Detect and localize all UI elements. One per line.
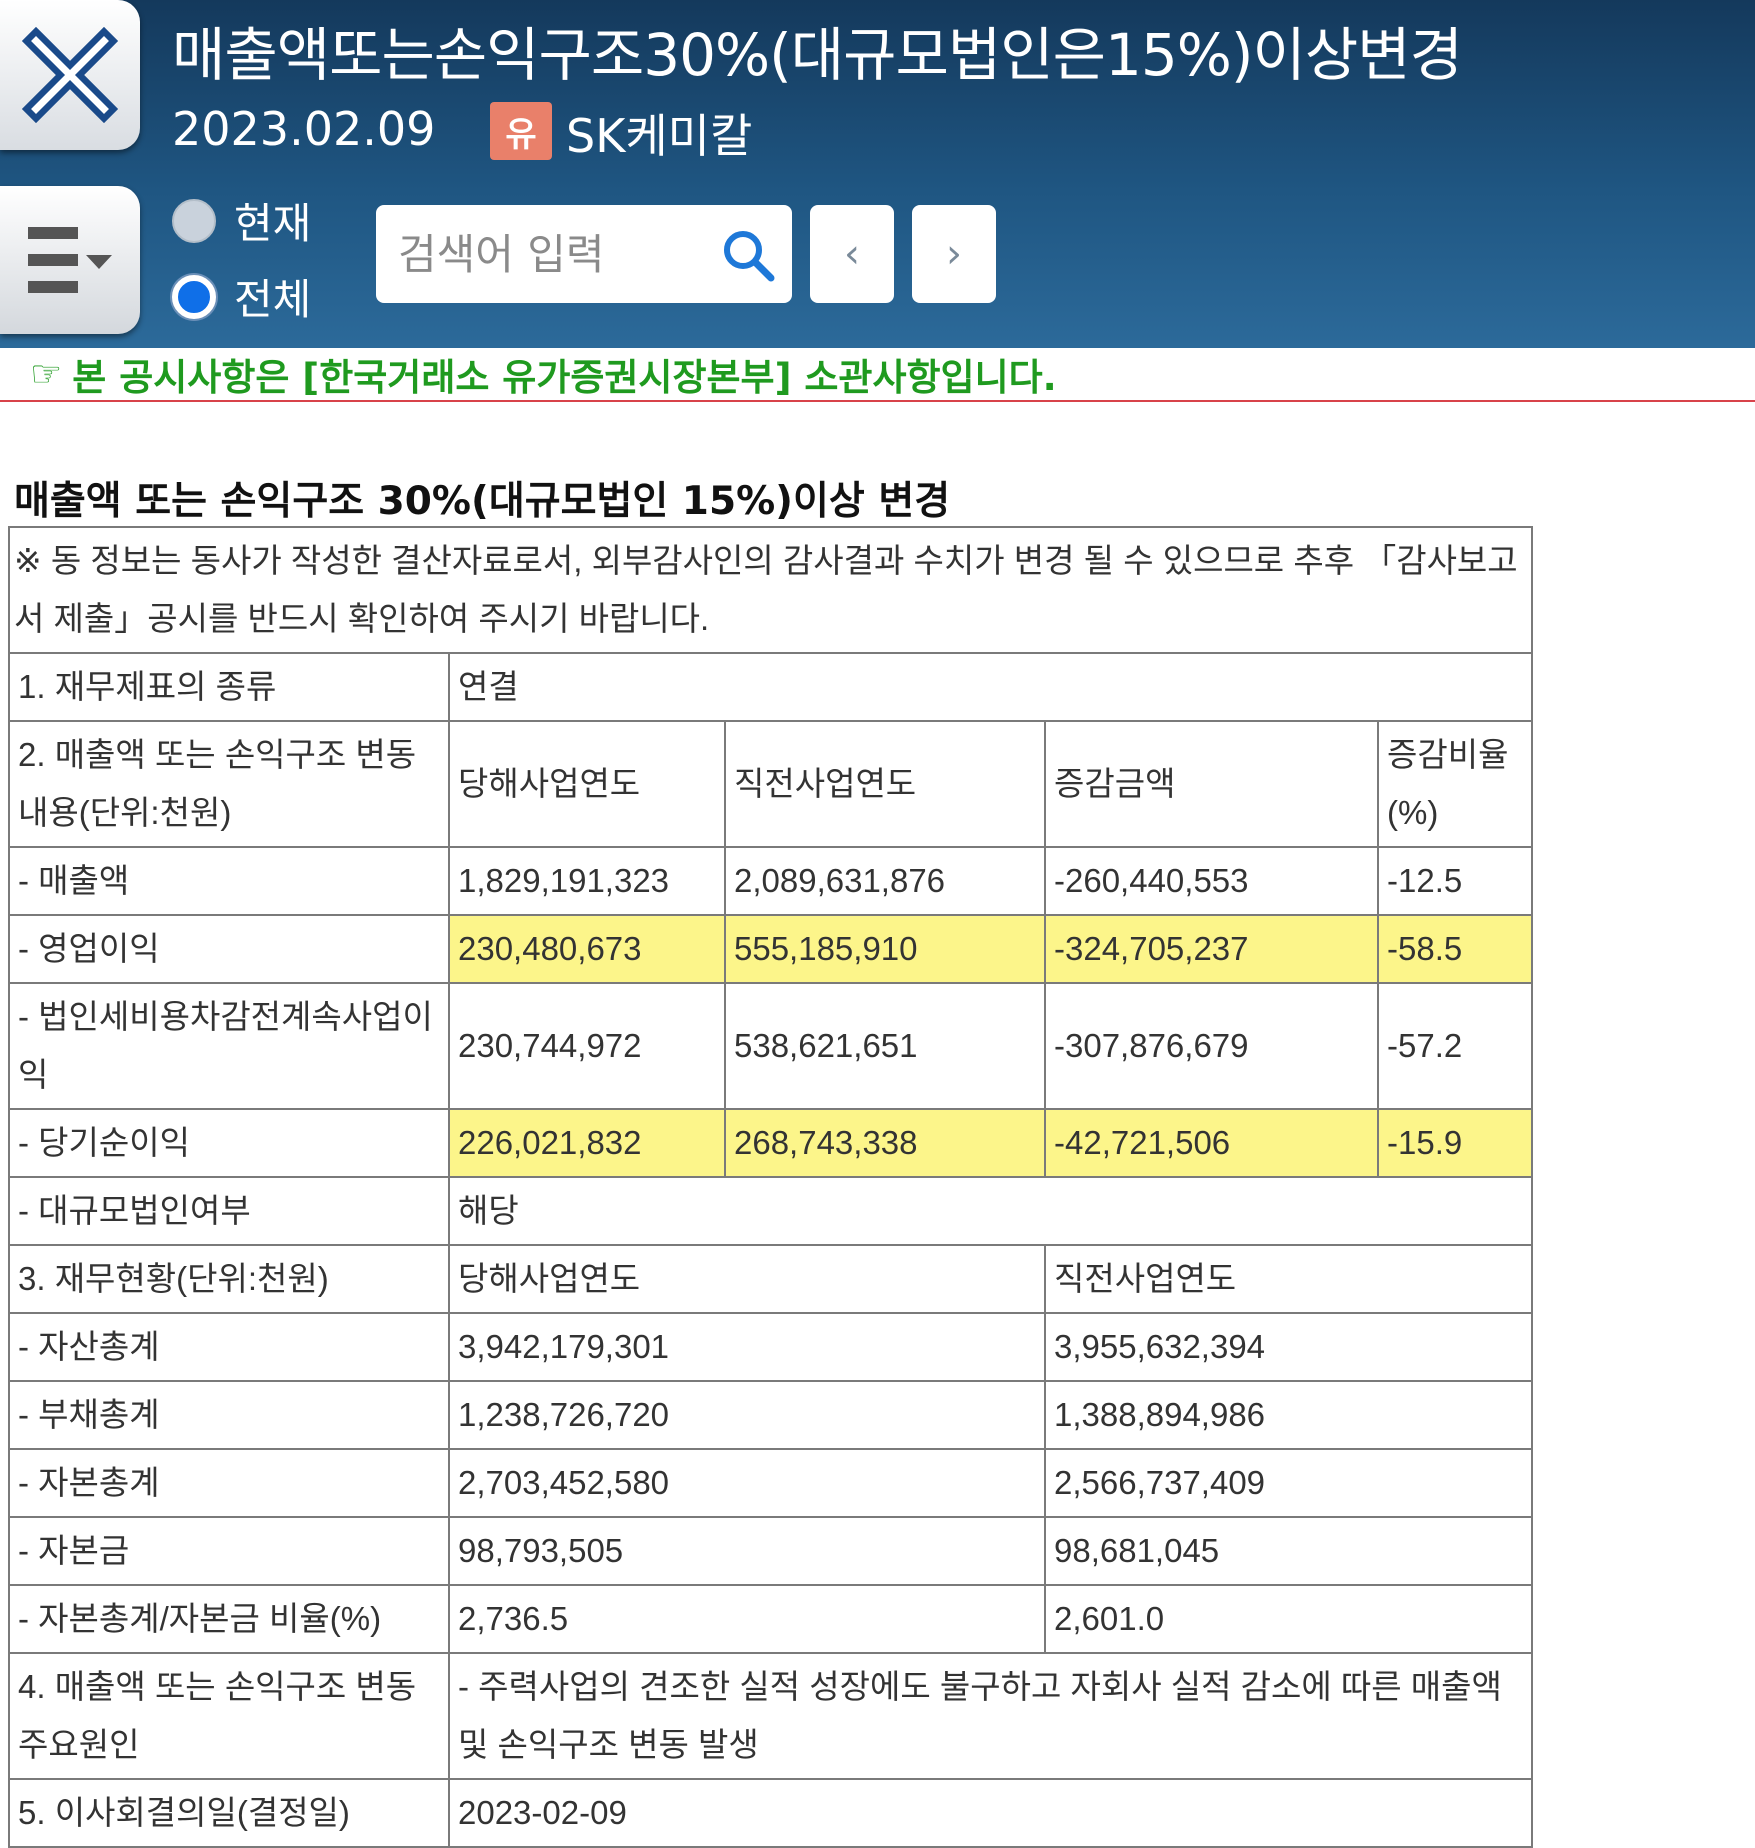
row-label: - 영업이익 [8,914,450,984]
table-row-capital-stock: - 자본금 98,793,505 98,681,045 [8,1516,1534,1586]
current-value: 98,793,505 [448,1516,1046,1586]
previous-value: 538,621,651 [724,982,1046,1110]
table-row-revenue: - 매출액 1,829,191,323 2,089,631,876 -260,4… [8,846,1534,916]
table-row-board-date: 5. 이사회결의일(결정일) 2023-02-09 [8,1778,1534,1848]
row-label: - 대규모법인여부 [8,1176,450,1246]
previous-value: 98,681,045 [1043,1516,1534,1586]
table-row-main-cause: 4. 매출액 또는 손익구조 변동 주요원인 - 주력사업의 견조한 실적 성장… [8,1652,1534,1780]
current-value: 2,736.5 [448,1584,1046,1654]
table-row-total-assets: - 자산총계 3,942,179,301 3,955,632,394 [8,1312,1534,1382]
row-label: - 자본총계/자본금 비율(%) [8,1584,450,1654]
menu-button[interactable] [0,186,140,334]
change-ratio: -15.9 [1376,1108,1534,1178]
change-amount: -42,721,506 [1044,1108,1379,1178]
next-button[interactable]: › [912,205,996,303]
header-bar: 매출액또는손익구조30%(대규모법인은15%)이상변경 2023.02.09 유… [0,0,1755,348]
row-label: 4. 매출액 또는 손익구조 변동 주요원인 [8,1652,450,1780]
col-header-previous-year: 직전사업연도 [724,720,1046,848]
search-box [376,205,792,303]
market-badge: 유 [490,102,552,160]
change-amount: -260,440,553 [1044,846,1379,916]
row-label: 5. 이사회결의일(결정일) [8,1778,450,1848]
main-cause-value: - 주력사업의 견조한 실적 성장에도 불구하고 자회사 실적 감소에 따른 매… [447,1652,1534,1780]
row-label: - 당기순이익 [8,1108,450,1178]
current-value: 1,238,726,720 [448,1380,1046,1450]
change-amount: -307,876,679 [1044,982,1379,1110]
radio-all-option[interactable]: 전체 [172,266,311,327]
current-value: 226,021,832 [448,1108,726,1178]
disclosure-table: ※ 동 정보는 동사가 작성한 결산자료로서, 외부감사인의 감사결과 수치가 … [7,526,1534,1848]
audit-note: ※ 동 정보는 동사가 작성한 결산자료로서, 외부감사인의 감사결과 수치가 … [7,526,1534,654]
large-corp-value: 해당 [447,1176,1534,1246]
statement-type-label: 1. 재무제표의 종류 [8,652,450,722]
previous-value: 2,566,737,409 [1043,1448,1534,1518]
search-input[interactable] [396,228,700,280]
radio-all-label: 전체 [234,275,312,324]
radio-current[interactable] [172,198,216,243]
close-button[interactable] [0,0,140,150]
col-header-change-ratio: 증감비율(%) [1376,720,1534,848]
current-value: 2,703,452,580 [448,1448,1046,1518]
previous-value: 3,955,632,394 [1043,1312,1534,1382]
current-value: 3,942,179,301 [448,1312,1046,1382]
change-section-label: 2. 매출액 또는 손익구조 변동내용(단위:천원) [8,720,450,848]
previous-value: 2,089,631,876 [724,846,1046,916]
table-row-financial-header: 3. 재무현황(단위:천원) 당해사업연도 직전사업연도 [8,1244,1534,1314]
previous-value: 2,601.0 [1043,1584,1534,1654]
col-header-change-amount: 증감금액 [1044,720,1379,848]
prev-button[interactable]: ‹ [810,205,894,303]
menu-icon [28,227,112,293]
radio-current-label: 현재 [234,199,312,248]
row-label: - 매출액 [8,846,450,916]
statement-type-value: 연결 [447,652,1534,722]
chevron-right-icon: › [946,231,962,277]
row-label: - 자산총계 [8,1312,450,1382]
change-amount: -324,705,237 [1044,914,1379,984]
current-value: 230,480,673 [448,914,726,984]
radio-all[interactable] [172,274,216,319]
current-value: 1,829,191,323 [448,846,726,916]
disclosure-date: 2023.02.09 [172,102,436,156]
table-row-pretax-income: - 법인세비용차감전계속사업이익 230,744,972 538,621,651… [8,982,1534,1110]
close-icon [22,27,118,123]
change-ratio: -12.5 [1376,846,1534,916]
board-date-value: 2023-02-09 [447,1778,1534,1848]
change-ratio: -58.5 [1376,914,1534,984]
row-label: - 법인세비용차감전계속사업이익 [8,982,450,1110]
previous-value: 1,388,894,986 [1043,1380,1534,1450]
search-icon[interactable] [720,227,776,287]
table-row-large-corp: - 대규모법인여부 해당 [8,1176,1534,1246]
current-value: 230,744,972 [448,982,726,1110]
page-title: 매출액또는손익구조30%(대규모법인은15%)이상변경 [172,21,1463,89]
table-row-net-income: - 당기순이익 226,021,832 268,743,338 -42,721,… [8,1108,1534,1178]
row-label: - 부채총계 [8,1380,450,1450]
financial-section-label: 3. 재무현황(단위:천원) [8,1244,450,1314]
notice-text: 본 공시사항은 [한국거래소 유가증권시장본부] 소관사항입니다. [72,356,1057,399]
pointing-hand-icon: ☞ [30,353,63,395]
table-row-equity-ratio: - 자본총계/자본금 비율(%) 2,736.5 2,601.0 [8,1584,1534,1654]
col-header-current-year: 당해사업연도 [448,720,726,848]
jurisdiction-notice: ☞ 본 공시사항은 [한국거래소 유가증권시장본부] 소관사항입니다. [0,348,1755,402]
row-label: - 자본총계 [8,1448,450,1518]
previous-value: 268,743,338 [724,1108,1046,1178]
change-ratio: -57.2 [1376,982,1534,1110]
previous-value: 555,185,910 [724,914,1046,984]
row-label: - 자본금 [8,1516,450,1586]
table-row-total-liabilities: - 부채총계 1,238,726,720 1,388,894,986 [8,1380,1534,1450]
col-header-previous-year: 직전사업연도 [1043,1244,1534,1314]
company-name[interactable]: SK케미칼 [566,100,752,166]
table-row-total-equity: - 자본총계 2,703,452,580 2,566,737,409 [8,1448,1534,1518]
section-title: 매출액 또는 손익구조 30%(대규모법인 15%)이상 변경 [14,479,951,524]
radio-current-option[interactable]: 현재 [172,190,311,251]
table-row-operating-profit: - 영업이익 230,480,673 555,185,910 -324,705,… [8,914,1534,984]
chevron-left-icon: ‹ [844,231,860,277]
col-header-current-year: 당해사업연도 [448,1244,1046,1314]
